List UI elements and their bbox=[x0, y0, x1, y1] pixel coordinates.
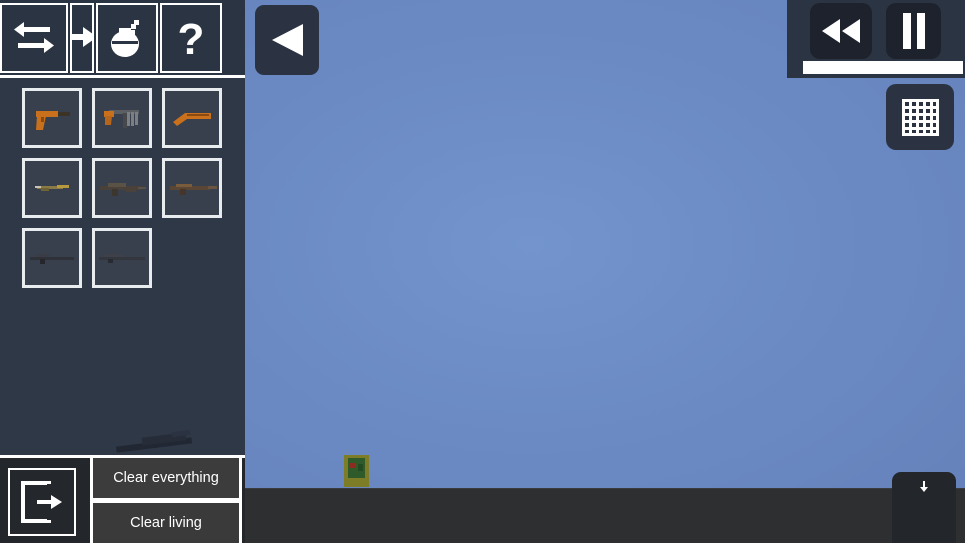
clear-living-button[interactable]: Clear living bbox=[93, 503, 239, 543]
grid-toggle-button[interactable] bbox=[886, 84, 954, 150]
weapon-slot-smg[interactable] bbox=[92, 88, 152, 148]
sidebar-bottom-bar: Clear everything Clear living bbox=[0, 455, 245, 543]
rewind-button[interactable] bbox=[810, 3, 872, 59]
weapon-slot-carbine[interactable] bbox=[22, 158, 82, 218]
play-left-triangle-icon bbox=[269, 21, 305, 59]
corner-download-button[interactable] bbox=[892, 472, 956, 543]
weapon-slot-sniper-rifle[interactable] bbox=[22, 228, 82, 288]
arrow-right-icon bbox=[72, 23, 92, 53]
exit-icon bbox=[19, 480, 65, 524]
pause-button[interactable] bbox=[886, 3, 941, 59]
weapon-grid bbox=[0, 88, 245, 298]
category-tab-strip: ? bbox=[0, 0, 245, 78]
svg-text:?: ? bbox=[178, 15, 205, 61]
weapon-slot-long-rifle[interactable] bbox=[92, 228, 152, 288]
entity-eye-right bbox=[358, 464, 363, 471]
weapon-slot-assault-rifle[interactable] bbox=[92, 158, 152, 218]
tab-underline bbox=[0, 75, 245, 78]
pause-icon bbox=[901, 12, 927, 50]
swap-arrows-icon bbox=[12, 20, 56, 56]
clear-everything-button[interactable]: Clear everything bbox=[93, 458, 239, 498]
clear-buttons-panel: Clear everything Clear living bbox=[90, 455, 242, 543]
grid-icon bbox=[900, 97, 940, 137]
transport-controls bbox=[787, 0, 965, 78]
entity-eye-left bbox=[350, 463, 355, 468]
rewind-icon bbox=[820, 17, 862, 45]
download-arrow-icon bbox=[917, 480, 931, 494]
weapon-slot-battle-rifle[interactable] bbox=[162, 158, 222, 218]
game-screen: ? Clear everything Clear living bbox=[0, 0, 965, 543]
question-mark-icon: ? bbox=[174, 15, 208, 61]
back-button[interactable] bbox=[255, 5, 319, 75]
grenade-icon bbox=[107, 16, 147, 60]
dragged-weapon-preview[interactable] bbox=[112, 428, 207, 454]
exit-button[interactable] bbox=[8, 468, 76, 536]
weapon-slot-sawn-off[interactable] bbox=[162, 88, 222, 148]
timeline-slider[interactable] bbox=[803, 61, 963, 74]
tab-grenade[interactable] bbox=[96, 3, 158, 73]
weapon-sidebar: ? Clear everything Clear living bbox=[0, 0, 245, 543]
tab-swap[interactable] bbox=[0, 3, 68, 73]
weapon-slot-pistol[interactable] bbox=[22, 88, 82, 148]
tab-help[interactable]: ? bbox=[160, 3, 222, 73]
green-entity[interactable] bbox=[341, 455, 372, 487]
tab-arrow[interactable] bbox=[70, 3, 94, 73]
